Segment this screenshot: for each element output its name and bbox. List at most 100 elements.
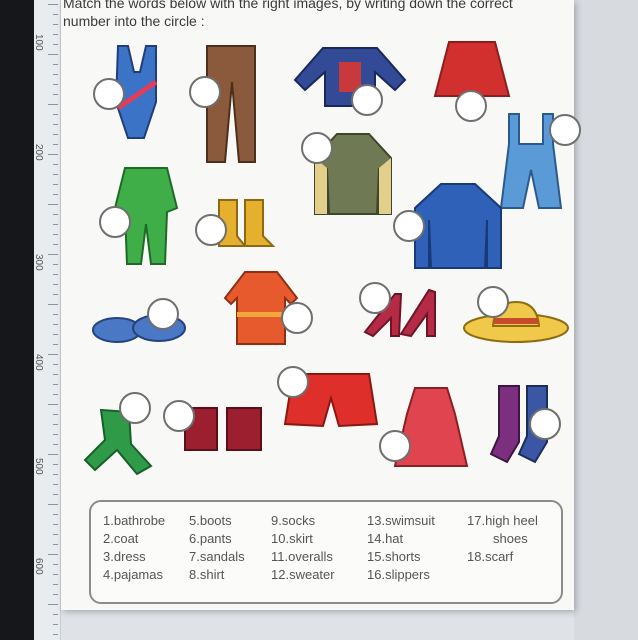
ruler-label: 300 — [33, 254, 44, 271]
ruler-tick — [48, 504, 58, 505]
ruler-label: 200 — [33, 144, 44, 161]
word-column-1: 1.bathrobe 2.coat 3.dress 4.pajamas — [103, 512, 165, 584]
word-bank: 1.bathrobe 2.coat 3.dress 4.pajamas 5.bo… — [89, 500, 563, 604]
word-item: 9.socks — [271, 513, 316, 528]
ruler-label: 400 — [33, 354, 44, 371]
document-canvas: Match the words below with the right ima… — [61, 0, 638, 640]
word-item: 14.hat — [367, 531, 404, 546]
ruler-tick — [53, 224, 58, 225]
ruler-tick — [53, 384, 58, 385]
word-item: 6.pants — [189, 531, 232, 546]
ruler-tick — [53, 174, 58, 175]
ruler-tick — [53, 344, 58, 345]
answer-circle-hat[interactable] — [477, 286, 509, 318]
answer-circle-shirt[interactable] — [301, 132, 333, 164]
ruler-tick — [53, 214, 58, 215]
ruler-tick — [53, 264, 58, 265]
ruler-tick — [48, 554, 58, 555]
ruler-tick — [48, 354, 58, 355]
ruler-tick — [53, 124, 58, 125]
ruler-tick — [53, 424, 58, 425]
ruler-tick — [48, 304, 58, 305]
ruler-tick — [53, 414, 58, 415]
ruler-tick — [53, 594, 58, 595]
ruler-tick — [53, 624, 58, 625]
word-item: 2.coat — [103, 531, 139, 546]
instruction-line-1: Match the words below with the right ima… — [63, 0, 513, 11]
ruler-tick — [53, 574, 58, 575]
word-item: 5.boots — [189, 513, 232, 528]
coat-image — [414, 183, 502, 269]
ruler-tick — [53, 364, 58, 365]
answer-circle-shorts[interactable] — [277, 366, 309, 398]
ruler-tick — [53, 64, 58, 65]
ruler-tick — [53, 534, 58, 535]
ruler-tick — [53, 394, 58, 395]
ruler-tick — [53, 134, 58, 135]
ruler-tick — [53, 284, 58, 285]
screen-bezel — [0, 0, 34, 640]
instruction-line-2: number into the circle : — [63, 13, 205, 29]
ruler-tick — [53, 164, 58, 165]
ruler-tick — [53, 564, 58, 565]
ruler-tick — [48, 254, 58, 255]
answer-circle-overalls[interactable] — [549, 114, 581, 146]
ruler-tick — [53, 274, 58, 275]
ruler-tick — [53, 14, 58, 15]
ruler-tick — [53, 584, 58, 585]
vertical-ruler: 100 200 300 400 500 600 — [33, 0, 61, 640]
word-item: 15.shorts — [367, 549, 421, 564]
word-column-5: 17.high heel shoes 18.scarf — [467, 512, 538, 566]
sweater-image — [293, 47, 407, 107]
ruler-tick — [48, 204, 58, 205]
ruler-tick — [53, 374, 58, 375]
ruler-tick — [53, 334, 58, 335]
word-item: 16.slippers — [367, 567, 430, 582]
ruler-tick — [53, 524, 58, 525]
answer-circle-high-heel-shoes[interactable] — [359, 282, 391, 314]
answer-circle-scarf[interactable] — [119, 392, 151, 424]
ruler-tick — [53, 314, 58, 315]
ruler-tick — [53, 324, 58, 325]
answer-circle-swimsuit[interactable] — [93, 78, 125, 110]
word-item: 3.dress — [103, 549, 146, 564]
ruler-tick — [48, 154, 58, 155]
answer-circle-pants[interactable] — [189, 76, 221, 108]
ruler-tick — [53, 544, 58, 545]
ruler-tick — [53, 434, 58, 435]
word-item: 17.high heel — [467, 513, 538, 528]
ruler-tick — [53, 474, 58, 475]
ruler-tick — [53, 494, 58, 495]
ruler-tick — [53, 84, 58, 85]
answer-circle-sweater[interactable] — [351, 84, 383, 116]
ruler-tick — [53, 144, 58, 145]
ruler-tick — [53, 94, 58, 95]
ruler-tick — [53, 294, 58, 295]
ruler-tick — [48, 604, 58, 605]
ruler-tick — [53, 234, 58, 235]
answer-circle-coat[interactable] — [393, 210, 425, 242]
word-column-2: 5.boots 6.pants 7.sandals 8.shirt — [189, 512, 245, 584]
answer-circle-slippers[interactable] — [147, 298, 179, 330]
ruler-tick — [53, 74, 58, 75]
ruler-tick — [53, 634, 58, 635]
worksheet-page: Match the words below with the right ima… — [61, 0, 581, 610]
word-item: 18.scarf — [467, 549, 514, 564]
answer-circle-skirt[interactable] — [455, 90, 487, 122]
answer-circle-socks[interactable] — [529, 408, 561, 440]
answer-circle-sandals[interactable] — [163, 400, 195, 432]
ruler-tick — [53, 44, 58, 45]
canvas-background — [574, 0, 638, 640]
answer-circle-boots[interactable] — [195, 214, 227, 246]
word-item: 1.bathrobe — [103, 513, 166, 528]
answer-circle-pajamas[interactable] — [99, 206, 131, 238]
word-item: 10.skirt — [271, 531, 313, 546]
ruler-tick — [53, 464, 58, 465]
ruler-tick — [53, 614, 58, 615]
answer-circle-dress[interactable] — [379, 430, 411, 462]
answer-circle-bathrobe[interactable] — [281, 302, 313, 334]
word-column-4: 13.swimsuit 14.hat 15.shorts 16.slippers — [367, 512, 435, 584]
ruler-tick — [53, 444, 58, 445]
word-item: 13.swimsuit — [367, 513, 435, 528]
ruler-tick — [53, 514, 58, 515]
